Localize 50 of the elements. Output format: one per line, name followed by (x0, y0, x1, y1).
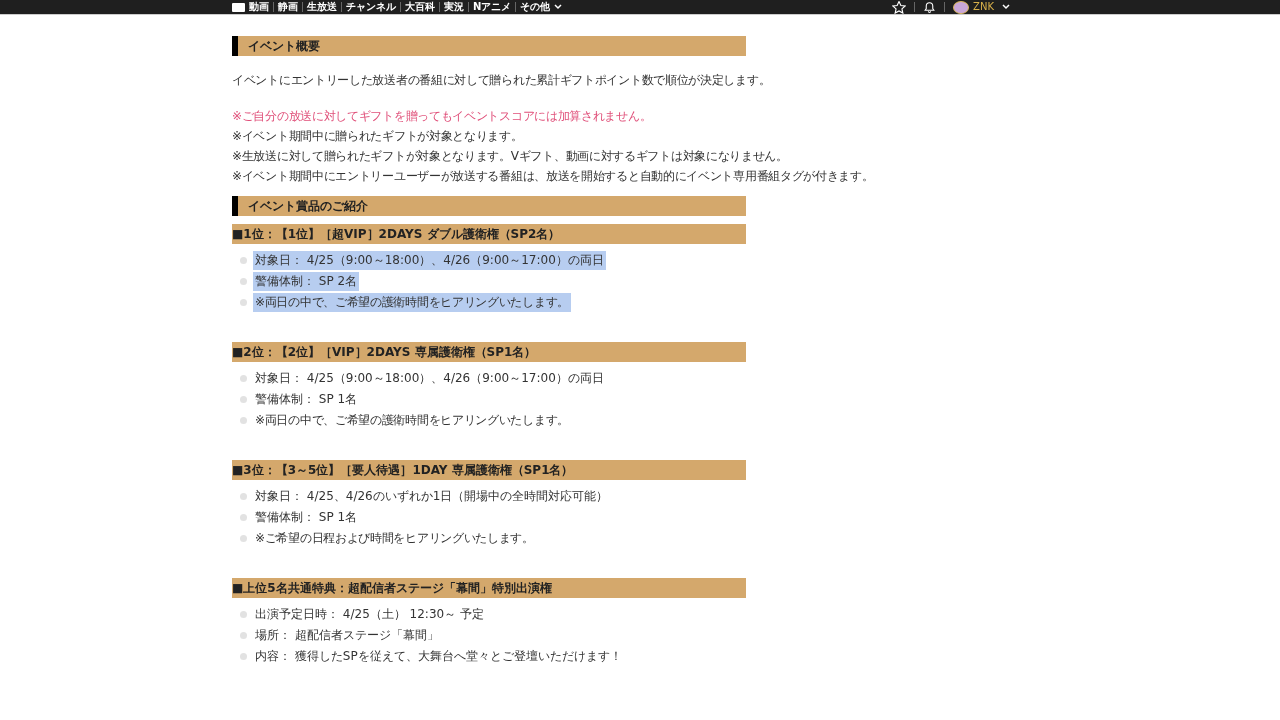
prize-heading: ■3位：【3～5位】［要人待遇］1DAY 専属護衛権（SP1名） (232, 460, 746, 480)
bullet-icon (240, 257, 247, 264)
paragraph: ※イベント期間中にエントリーユーザーが放送する番組は、放送を開始すると自動的にイベント専用番組タグが付きます。 (232, 168, 874, 185)
paragraph: ※ご自分の放送に対してギフトを贈ってもイベントスコアには加算されません。 (232, 108, 652, 125)
prize-heading: ■1位：【1位】［超VIP］2DAYS ダブル護衛権（SP2名） (232, 224, 746, 244)
bullet-icon (240, 493, 247, 500)
nav-link[interactable]: Nアニメ (473, 1, 512, 13)
bullet-icon (240, 611, 247, 618)
bullet-icon (240, 535, 247, 542)
nav-link[interactable]: 大百科 (405, 1, 435, 13)
bullet-icon (240, 396, 247, 403)
star-icon[interactable] (892, 0, 907, 14)
prize-heading: ■上位5名共通特典：超配信者ステージ「幕間」特別出演権 (232, 578, 746, 598)
nav-link[interactable]: チャンネル (346, 1, 396, 13)
tv-icon[interactable] (232, 2, 245, 12)
list-item-text: 警備体制： SP 1名 (254, 509, 359, 526)
caret-icon (554, 4, 563, 10)
user-name[interactable]: ZNK (973, 1, 994, 13)
section-heading: イベント賞品のご紹介 (232, 196, 746, 216)
bullet-icon (240, 278, 247, 285)
list-item-text: ※ご希望の日程および時間をヒアリングいたします。 (254, 530, 535, 547)
section-heading: イベント概要 (232, 36, 746, 56)
list-item-text: 警備体制： SP 2名 (253, 272, 360, 291)
list-item-text: 対象日： 4/25（9:00～18:00）、4/26（9:00～17:00）の両日 (254, 370, 605, 387)
bullet-icon (240, 375, 247, 382)
avatar[interactable] (953, 0, 970, 14)
nav-link[interactable]: 実況 (444, 1, 464, 13)
nav-link[interactable]: 静画 (278, 1, 298, 13)
paragraph: ※生放送に対して贈られたギフトが対象となります。Vギフト、動画に対するギフトは対象になりません。 (232, 148, 788, 165)
list-item-text: 内容： 獲得したSPを従えて、大舞台へ堂々とご登壇いただけます！ (254, 648, 623, 665)
list-item-text: ※両日の中で、ご希望の護衛時間をヒアリングいたします。 (254, 412, 570, 429)
list-item-text: 対象日： 4/25、4/26のいずれか1日（開場中の全時間対応可能） (254, 488, 610, 505)
bullet-icon (240, 417, 247, 424)
bullet-icon (240, 653, 247, 660)
nav-link[interactable]: 動画 (249, 1, 269, 13)
nav-link[interactable]: 生放送 (307, 1, 337, 13)
bullet-icon (240, 299, 247, 306)
bullet-icon (240, 514, 247, 521)
nav-link[interactable]: その他 (520, 1, 551, 13)
list-item-text: 対象日： 4/25（9:00～18:00）、4/26（9:00～17:00）の両日 (253, 251, 606, 270)
list-item-text: 場所： 超配信者ステージ「幕間」 (254, 627, 440, 644)
bell-icon[interactable] (923, 1, 937, 13)
list-item-text: 警備体制： SP 1名 (254, 391, 359, 408)
prize-heading: ■2位：【2位】［VIP］2DAYS 専属護衛権（SP1名） (232, 342, 746, 362)
paragraph: ※イベント期間中に贈られたギフトが対象となります。 (232, 128, 523, 145)
caret-icon[interactable] (1002, 4, 1010, 10)
list-item-text: ※両日の中で、ご希望の護衛時間をヒアリングいたします。 (253, 293, 571, 312)
paragraph: イベントにエントリーした放送者の番組に対して贈られた累計ギフトポイント数で順位が決定します。 (232, 72, 771, 89)
bullet-icon (240, 632, 247, 639)
list-item-text: 出演予定日時： 4/25（土） 12:30～ 予定 (254, 606, 485, 623)
